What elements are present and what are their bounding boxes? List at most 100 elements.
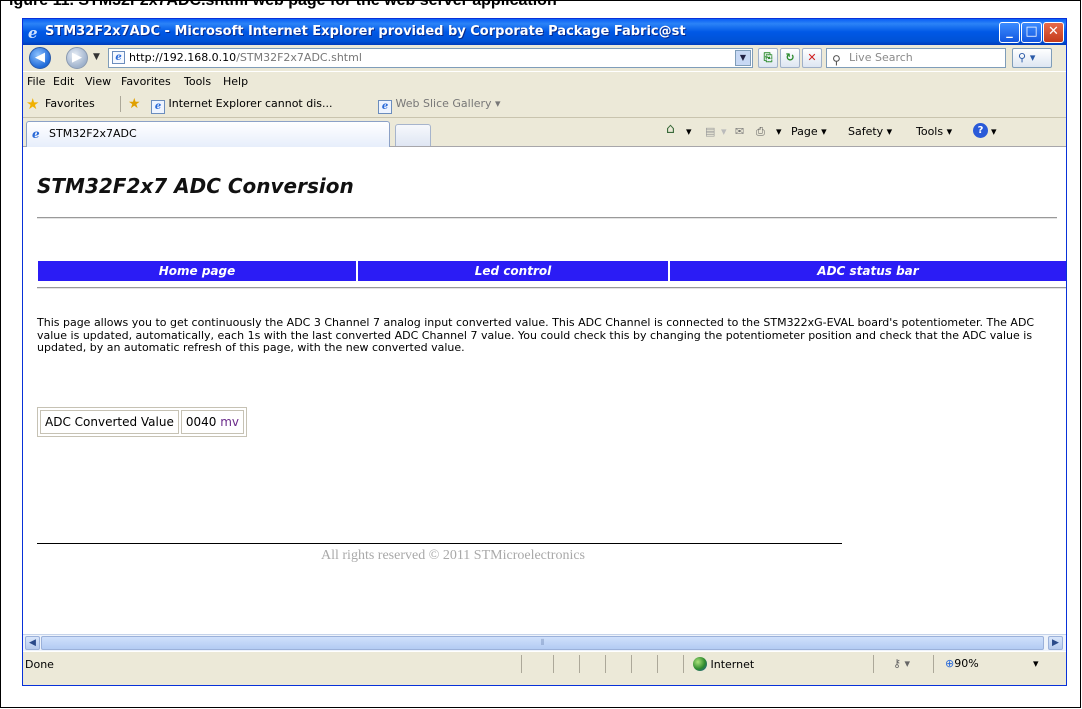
scrollbar-thumb[interactable]: ⦀ <box>41 636 1044 650</box>
stop-icon: ✕ <box>807 51 817 64</box>
new-tab-button[interactable] <box>395 124 431 146</box>
tab-row: e STM32F2x7ADC ⌂ ▾ ▤ ▾ ✉ ⎙ ▾ Page ▾ Safe… <box>23 118 1066 147</box>
footer-divider <box>37 543 842 544</box>
back-arrow-icon: ◀ <box>35 50 45 65</box>
scroll-right-icon[interactable]: ▶ <box>1048 636 1063 650</box>
status-divider <box>579 655 580 673</box>
status-divider <box>631 655 632 673</box>
menu-favorites[interactable]: Favorites <box>121 72 171 91</box>
home-icon[interactable]: ⌂ <box>666 121 675 137</box>
favorites-star-icon: ★ <box>26 95 40 113</box>
figure-caption: igure 11. STM32F2x7ADC.shtml web page fo… <box>9 0 557 9</box>
menu-edit[interactable]: Edit <box>53 72 74 91</box>
menu-view[interactable]: View <box>85 72 111 91</box>
back-button[interactable]: ◀ <box>29 47 51 69</box>
ie-logo-icon: e <box>28 24 38 42</box>
nav-home-page[interactable]: Home page <box>38 261 358 281</box>
mail-icon[interactable]: ✉ <box>735 125 744 138</box>
adc-unit: mv <box>220 415 240 429</box>
search-placeholder: Live Search <box>849 51 913 64</box>
protected-mode-icon[interactable]: ⚷ ▾ <box>893 657 910 670</box>
favorites-link-2[interactable]: e Web Slice Gallery ▾ <box>378 92 501 116</box>
search-input[interactable]: ⚲ Live Search <box>826 48 1006 68</box>
menu-bar: File Edit View Favorites Tools Help <box>23 71 1066 93</box>
status-divider <box>605 655 606 673</box>
window-title: STM32F2x7ADC - Microsoft Internet Explor… <box>45 24 686 39</box>
copyright-text: All rights reserved © 2011 STMicroelectr… <box>321 548 585 563</box>
zoom-level: 90% <box>954 657 979 670</box>
help-dropdown-icon[interactable]: ▾ <box>991 125 997 138</box>
adc-label-cell: ADC Converted Value <box>40 410 179 434</box>
nav-adc-status-bar[interactable]: ADC status bar <box>670 261 1066 281</box>
tools-menu[interactable]: Tools ▾ <box>916 125 952 138</box>
favorites-link-1[interactable]: e Internet Explorer cannot dis... <box>151 92 333 116</box>
title-bar[interactable]: e STM32F2x7ADC - Microsoft Internet Expl… <box>23 19 1066 45</box>
scroll-left-icon[interactable]: ◀ <box>25 636 40 650</box>
menu-tools[interactable]: Tools <box>184 72 211 91</box>
recent-pages-dropdown-icon[interactable]: ▼ <box>93 52 100 62</box>
add-to-favorites-icon[interactable]: ★ <box>128 92 141 116</box>
nav-led-control[interactable]: Led control <box>358 261 670 281</box>
forward-button[interactable]: ▶ <box>66 47 88 69</box>
browser-window: e STM32F2x7ADC - Microsoft Internet Expl… <box>22 18 1067 686</box>
close-button[interactable]: ✕ <box>1043 22 1064 43</box>
status-divider <box>553 655 554 673</box>
zoom-dropdown-icon[interactable]: ▾ <box>1033 657 1039 670</box>
adc-table: ADC Converted Value 0040 mv <box>37 407 248 437</box>
feeds-dropdown-icon: ▾ <box>721 125 727 138</box>
security-zone[interactable]: Internet <box>693 657 754 671</box>
favorites-bar: ★ Favorites ★ e Internet Explorer cannot… <box>23 92 1066 118</box>
search-icon: ⚲ <box>832 53 841 67</box>
menu-file[interactable]: File <box>27 72 45 91</box>
page-title: STM32F2x7 ADC Conversion <box>37 174 354 198</box>
description-paragraph: This page allows you to get continuously… <box>37 316 1035 354</box>
status-divider <box>657 655 658 673</box>
internet-globe-icon <box>693 657 707 671</box>
favorites-button[interactable]: Favorites <box>45 92 95 116</box>
page-content: STM32F2x7 ADC Conversion Home page Led c… <box>23 147 1066 634</box>
address-host: http://192.168.0.10 <box>129 51 237 64</box>
compatibility-view-button[interactable]: ⎘ <box>758 48 778 68</box>
page-menu[interactable]: Page ▾ <box>791 125 827 138</box>
safety-menu[interactable]: Safety ▾ <box>848 125 892 138</box>
address-dropdown-icon[interactable]: ▼ <box>735 50 751 66</box>
status-text: Done <box>25 658 54 671</box>
print-icon[interactable]: ⎙ <box>756 125 765 139</box>
horizontal-scrollbar[interactable]: ◀ ⦀ ▶ <box>23 634 1066 652</box>
help-icon[interactable]: ? <box>973 123 988 138</box>
title-divider <box>37 217 1057 219</box>
refresh-icon: ↻ <box>785 51 795 64</box>
print-dropdown-icon[interactable]: ▾ <box>776 125 782 138</box>
ie-page-icon: e <box>151 100 165 114</box>
adc-value: 0040 <box>185 415 217 429</box>
security-zone-label: Internet <box>710 658 755 671</box>
status-bar: Done Internet ⚷ ▾ ⊕90% ▾ <box>23 651 1066 685</box>
tab-stm32f2x7adc[interactable]: e STM32F2x7ADC <box>26 121 390 147</box>
address-path: /STM32F2x7ADC.shtml <box>236 51 362 64</box>
tab-page-icon: e <box>32 127 40 141</box>
favorites-link-1-label: Internet Explorer cannot dis... <box>168 97 333 110</box>
adc-value-cell: 0040 mv <box>180 410 245 434</box>
zoom-control[interactable]: ⊕90% <box>945 657 979 670</box>
stop-button[interactable]: ✕ <box>802 48 822 68</box>
zoom-icon: ⊕ <box>945 657 955 670</box>
forward-arrow-icon: ▶ <box>72 50 82 65</box>
minimize-button[interactable]: _ <box>999 22 1020 43</box>
menu-help[interactable]: Help <box>223 72 248 91</box>
favorites-separator <box>120 96 121 112</box>
search-go-button[interactable]: ⚲ ▾ <box>1012 48 1052 68</box>
page-icon: e <box>112 51 125 64</box>
home-dropdown-icon[interactable]: ▾ <box>686 125 692 138</box>
status-divider <box>683 655 684 673</box>
maximize-button[interactable]: □ <box>1021 22 1042 43</box>
status-divider <box>521 655 522 673</box>
feeds-icon[interactable]: ▤ <box>705 125 715 138</box>
ie-page-icon: e <box>378 100 392 114</box>
nav-divider <box>37 287 1066 289</box>
status-divider <box>933 655 934 673</box>
search-go-icon: ⚲ ▾ <box>1018 51 1036 64</box>
address-bar[interactable]: e http://192.168.0.10/STM32F2x7ADC.shtml… <box>108 48 753 68</box>
refresh-button[interactable]: ↻ <box>780 48 800 68</box>
tab-label: STM32F2x7ADC <box>49 127 137 140</box>
favorites-link-2-label: Web Slice Gallery ▾ <box>395 97 501 110</box>
